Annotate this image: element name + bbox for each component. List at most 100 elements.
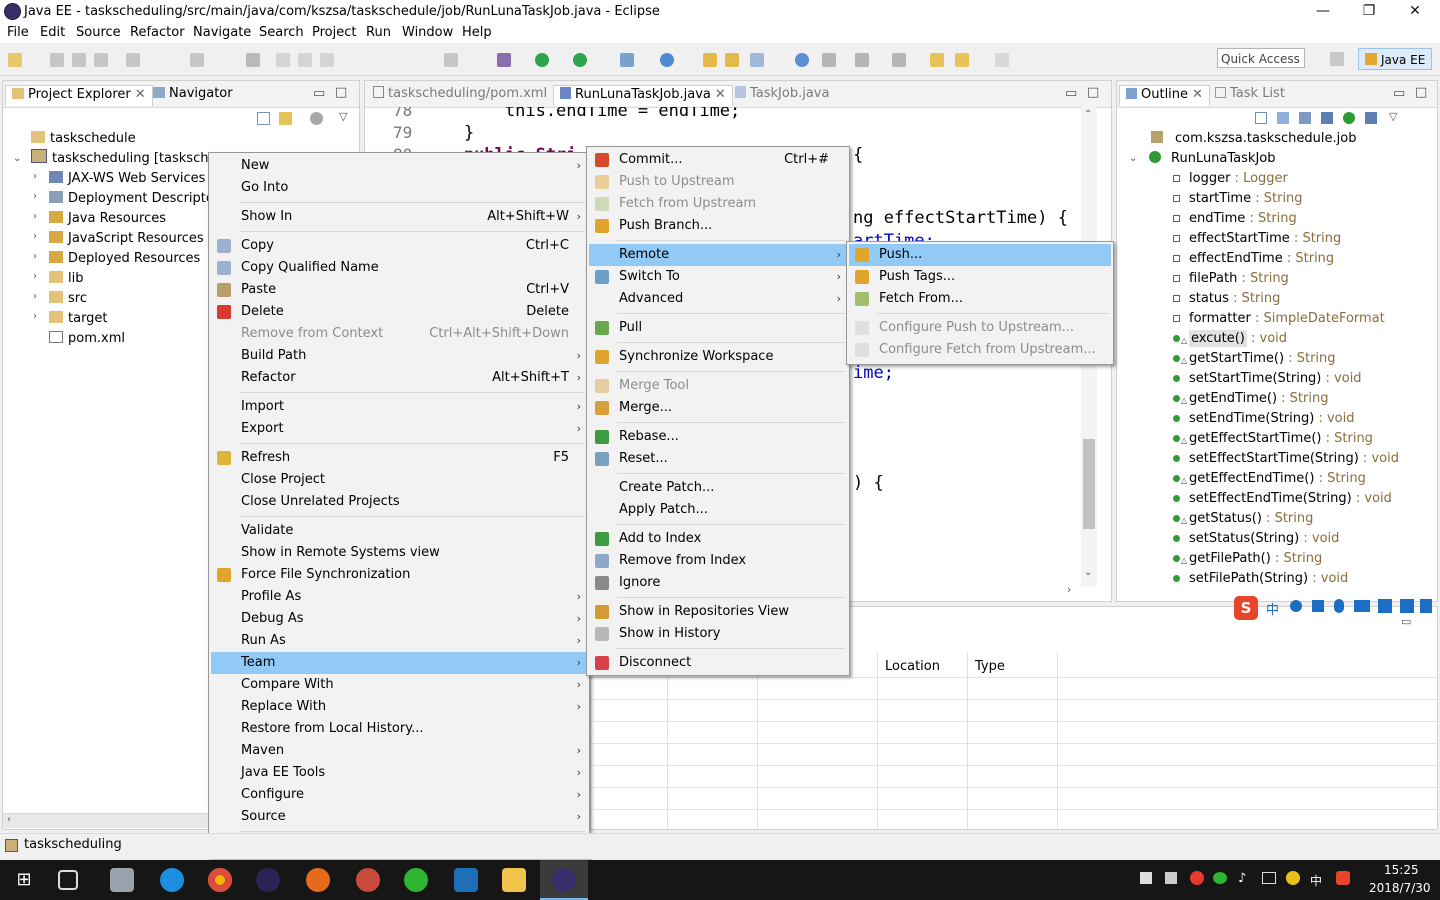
tray-user-icon[interactable] bbox=[1140, 872, 1152, 884]
menu-search[interactable]: Search bbox=[259, 25, 304, 40]
filter-icon[interactable] bbox=[310, 112, 323, 125]
collapse-all-icon[interactable] bbox=[257, 112, 270, 125]
menu-source[interactable]: Source bbox=[76, 25, 121, 40]
collapse-all-icon[interactable] bbox=[1255, 112, 1267, 124]
team-item-create-patch[interactable]: Create Patch... bbox=[589, 477, 847, 499]
clock-time[interactable]: 15:25 bbox=[1384, 863, 1419, 877]
tab-task-list[interactable]: Task List bbox=[1215, 85, 1285, 105]
wechat-icon[interactable] bbox=[404, 868, 428, 892]
context-item-configure[interactable]: Configure › bbox=[211, 784, 587, 806]
link-editor-icon[interactable] bbox=[279, 112, 292, 125]
context-item-restore-from-local-history[interactable]: Restore from Local History... bbox=[211, 718, 587, 740]
outline-member-effectendtime[interactable]: effectEndTime : String bbox=[1173, 249, 1334, 269]
context-item-new[interactable]: New › bbox=[211, 155, 587, 177]
debug-icon[interactable] bbox=[497, 53, 511, 67]
moon-icon[interactable] bbox=[1290, 600, 1302, 612]
tree-item-taskscheduling[interactable]: taskscheduling [tasksched bbox=[31, 149, 225, 169]
remote-item-fetch-from[interactable]: Fetch From... bbox=[849, 288, 1111, 310]
tree-item-jaxws[interactable]: JAX-WS Web Services bbox=[49, 169, 205, 189]
sogou-icon[interactable]: S bbox=[1234, 596, 1258, 620]
eclipse-taskbar-icon[interactable] bbox=[256, 868, 280, 892]
file-explorer-icon[interactable] bbox=[502, 868, 526, 892]
open-type-icon[interactable] bbox=[126, 53, 140, 67]
user-icon[interactable] bbox=[1378, 599, 1392, 613]
volume-icon[interactable]: ♪ bbox=[1238, 871, 1246, 886]
expand-caret[interactable]: › bbox=[33, 311, 37, 322]
maximize-button[interactable]: ❐ bbox=[1346, 0, 1392, 23]
tray-security-icon[interactable] bbox=[1190, 871, 1204, 885]
team-item-apply-patch[interactable]: Apply Patch... bbox=[589, 499, 847, 521]
team-item-merge[interactable]: Merge... bbox=[589, 397, 847, 419]
context-item-force-file-synchronization[interactable]: Force File Synchronization bbox=[211, 564, 587, 586]
outline-member-logger[interactable]: logger : Logger bbox=[1173, 169, 1288, 189]
context-item-run-as[interactable]: Run As › bbox=[211, 630, 587, 652]
chrome-icon[interactable] bbox=[208, 868, 232, 892]
punctuation-icon[interactable] bbox=[1312, 600, 1324, 612]
expand-caret[interactable]: › bbox=[33, 231, 37, 242]
hide-local-types-icon[interactable] bbox=[1365, 112, 1377, 124]
team-item-rebase[interactable]: Rebase... bbox=[589, 426, 847, 448]
context-item-maven[interactable]: Maven › bbox=[211, 740, 587, 762]
run-icon[interactable] bbox=[535, 53, 549, 67]
expand-caret[interactable]: › bbox=[33, 251, 37, 262]
column-header-type[interactable]: Type bbox=[975, 659, 1005, 674]
scroll-left-icon[interactable]: ‹ bbox=[7, 814, 11, 825]
close-button[interactable]: ✕ bbox=[1392, 0, 1438, 23]
outline-member-formatter[interactable]: formatter : SimpleDateFormat bbox=[1173, 309, 1385, 329]
save-icon[interactable] bbox=[50, 53, 64, 67]
tab-project-explorer[interactable]: Project Explorer ✕ bbox=[5, 85, 153, 106]
team-item-advanced[interactable]: Advanced › bbox=[589, 288, 847, 310]
context-item-show-in[interactable]: Show In Alt+Shift+W › bbox=[211, 206, 587, 228]
context-item-refresh[interactable]: Refresh F5 bbox=[211, 447, 587, 469]
context-item-java-ee-tools[interactable]: Java EE Tools › bbox=[211, 762, 587, 784]
tray-sogou-icon[interactable] bbox=[1336, 871, 1350, 885]
outline-member-seteffectendtime-string[interactable]: setEffectEndTime(String) : void bbox=[1173, 489, 1392, 509]
outline-member-geteffectendtime[interactable]: △ getEffectEndTime() : String bbox=[1173, 469, 1366, 489]
expand-caret[interactable]: › bbox=[33, 191, 37, 202]
open-folder-icon[interactable] bbox=[703, 53, 717, 67]
context-item-import[interactable]: Import › bbox=[211, 396, 587, 418]
menu-help[interactable]: Help bbox=[462, 25, 492, 40]
team-item-add-to-index[interactable]: Add to Index bbox=[589, 528, 847, 550]
maximize-view-icon[interactable]: □ bbox=[335, 85, 347, 100]
tray-app-icon[interactable] bbox=[1286, 871, 1300, 885]
team-item-ignore[interactable]: Ignore bbox=[589, 572, 847, 594]
terminate-icon[interactable] bbox=[320, 53, 334, 67]
search-icon[interactable] bbox=[750, 53, 764, 67]
context-item-profile-as[interactable]: Profile As › bbox=[211, 586, 587, 608]
context-item-validate[interactable]: Validate bbox=[211, 520, 587, 542]
network-icon[interactable] bbox=[1262, 872, 1276, 884]
outline-member-geteffectstarttime[interactable]: △ getEffectStartTime() : String bbox=[1173, 429, 1373, 449]
tree-item-lib[interactable]: lib bbox=[49, 269, 83, 289]
team-item-switch-to[interactable]: Switch To › bbox=[589, 266, 847, 288]
team-item-remove-from-index[interactable]: Remove from Index bbox=[589, 550, 847, 572]
open-resource-icon[interactable] bbox=[725, 53, 739, 67]
close-icon[interactable]: ✕ bbox=[1192, 87, 1203, 102]
menu-edit[interactable]: Edit bbox=[40, 25, 65, 40]
tab-navigator[interactable]: Navigator bbox=[153, 85, 233, 105]
new-class-icon[interactable] bbox=[660, 53, 674, 67]
context-item-build-path[interactable]: Build Path › bbox=[211, 345, 587, 367]
back-icon[interactable] bbox=[955, 53, 969, 67]
context-item-export[interactable]: Export › bbox=[211, 418, 587, 440]
tree-item-pom[interactable]: pom.xml bbox=[49, 329, 125, 349]
expand-caret[interactable]: › bbox=[33, 271, 37, 282]
tray-shield-icon[interactable] bbox=[1165, 872, 1177, 884]
context-item-delete[interactable]: Delete Delete bbox=[211, 301, 587, 323]
tab-taskjob[interactable]: TaskJob.java bbox=[735, 85, 829, 105]
tree-item-target[interactable]: target bbox=[49, 309, 108, 329]
expand-caret[interactable]: › bbox=[33, 291, 37, 302]
outline-member-setendtime-string[interactable]: setEndTime(String) : void bbox=[1173, 409, 1355, 429]
tree-item-taskschedule[interactable]: taskschedule bbox=[31, 129, 136, 149]
outline-member-endtime[interactable]: endTime : String bbox=[1173, 209, 1297, 229]
snail-app-icon[interactable] bbox=[356, 868, 380, 892]
outline-member-setstarttime-string[interactable]: setStartTime(String) : void bbox=[1173, 369, 1362, 389]
team-item-show-in-repositories-view[interactable]: Show in Repositories View bbox=[589, 601, 847, 623]
sort-icon[interactable] bbox=[1277, 112, 1289, 124]
outline-member-getfilepath[interactable]: △ getFilePath() : String bbox=[1173, 549, 1322, 569]
forward-icon[interactable] bbox=[995, 53, 1009, 67]
last-edit-icon[interactable] bbox=[930, 53, 944, 67]
windows-start-icon[interactable]: ⊞ bbox=[12, 868, 36, 892]
team-item-push-branch[interactable]: Push Branch... bbox=[589, 215, 847, 237]
microphone-icon[interactable] bbox=[1334, 599, 1344, 613]
